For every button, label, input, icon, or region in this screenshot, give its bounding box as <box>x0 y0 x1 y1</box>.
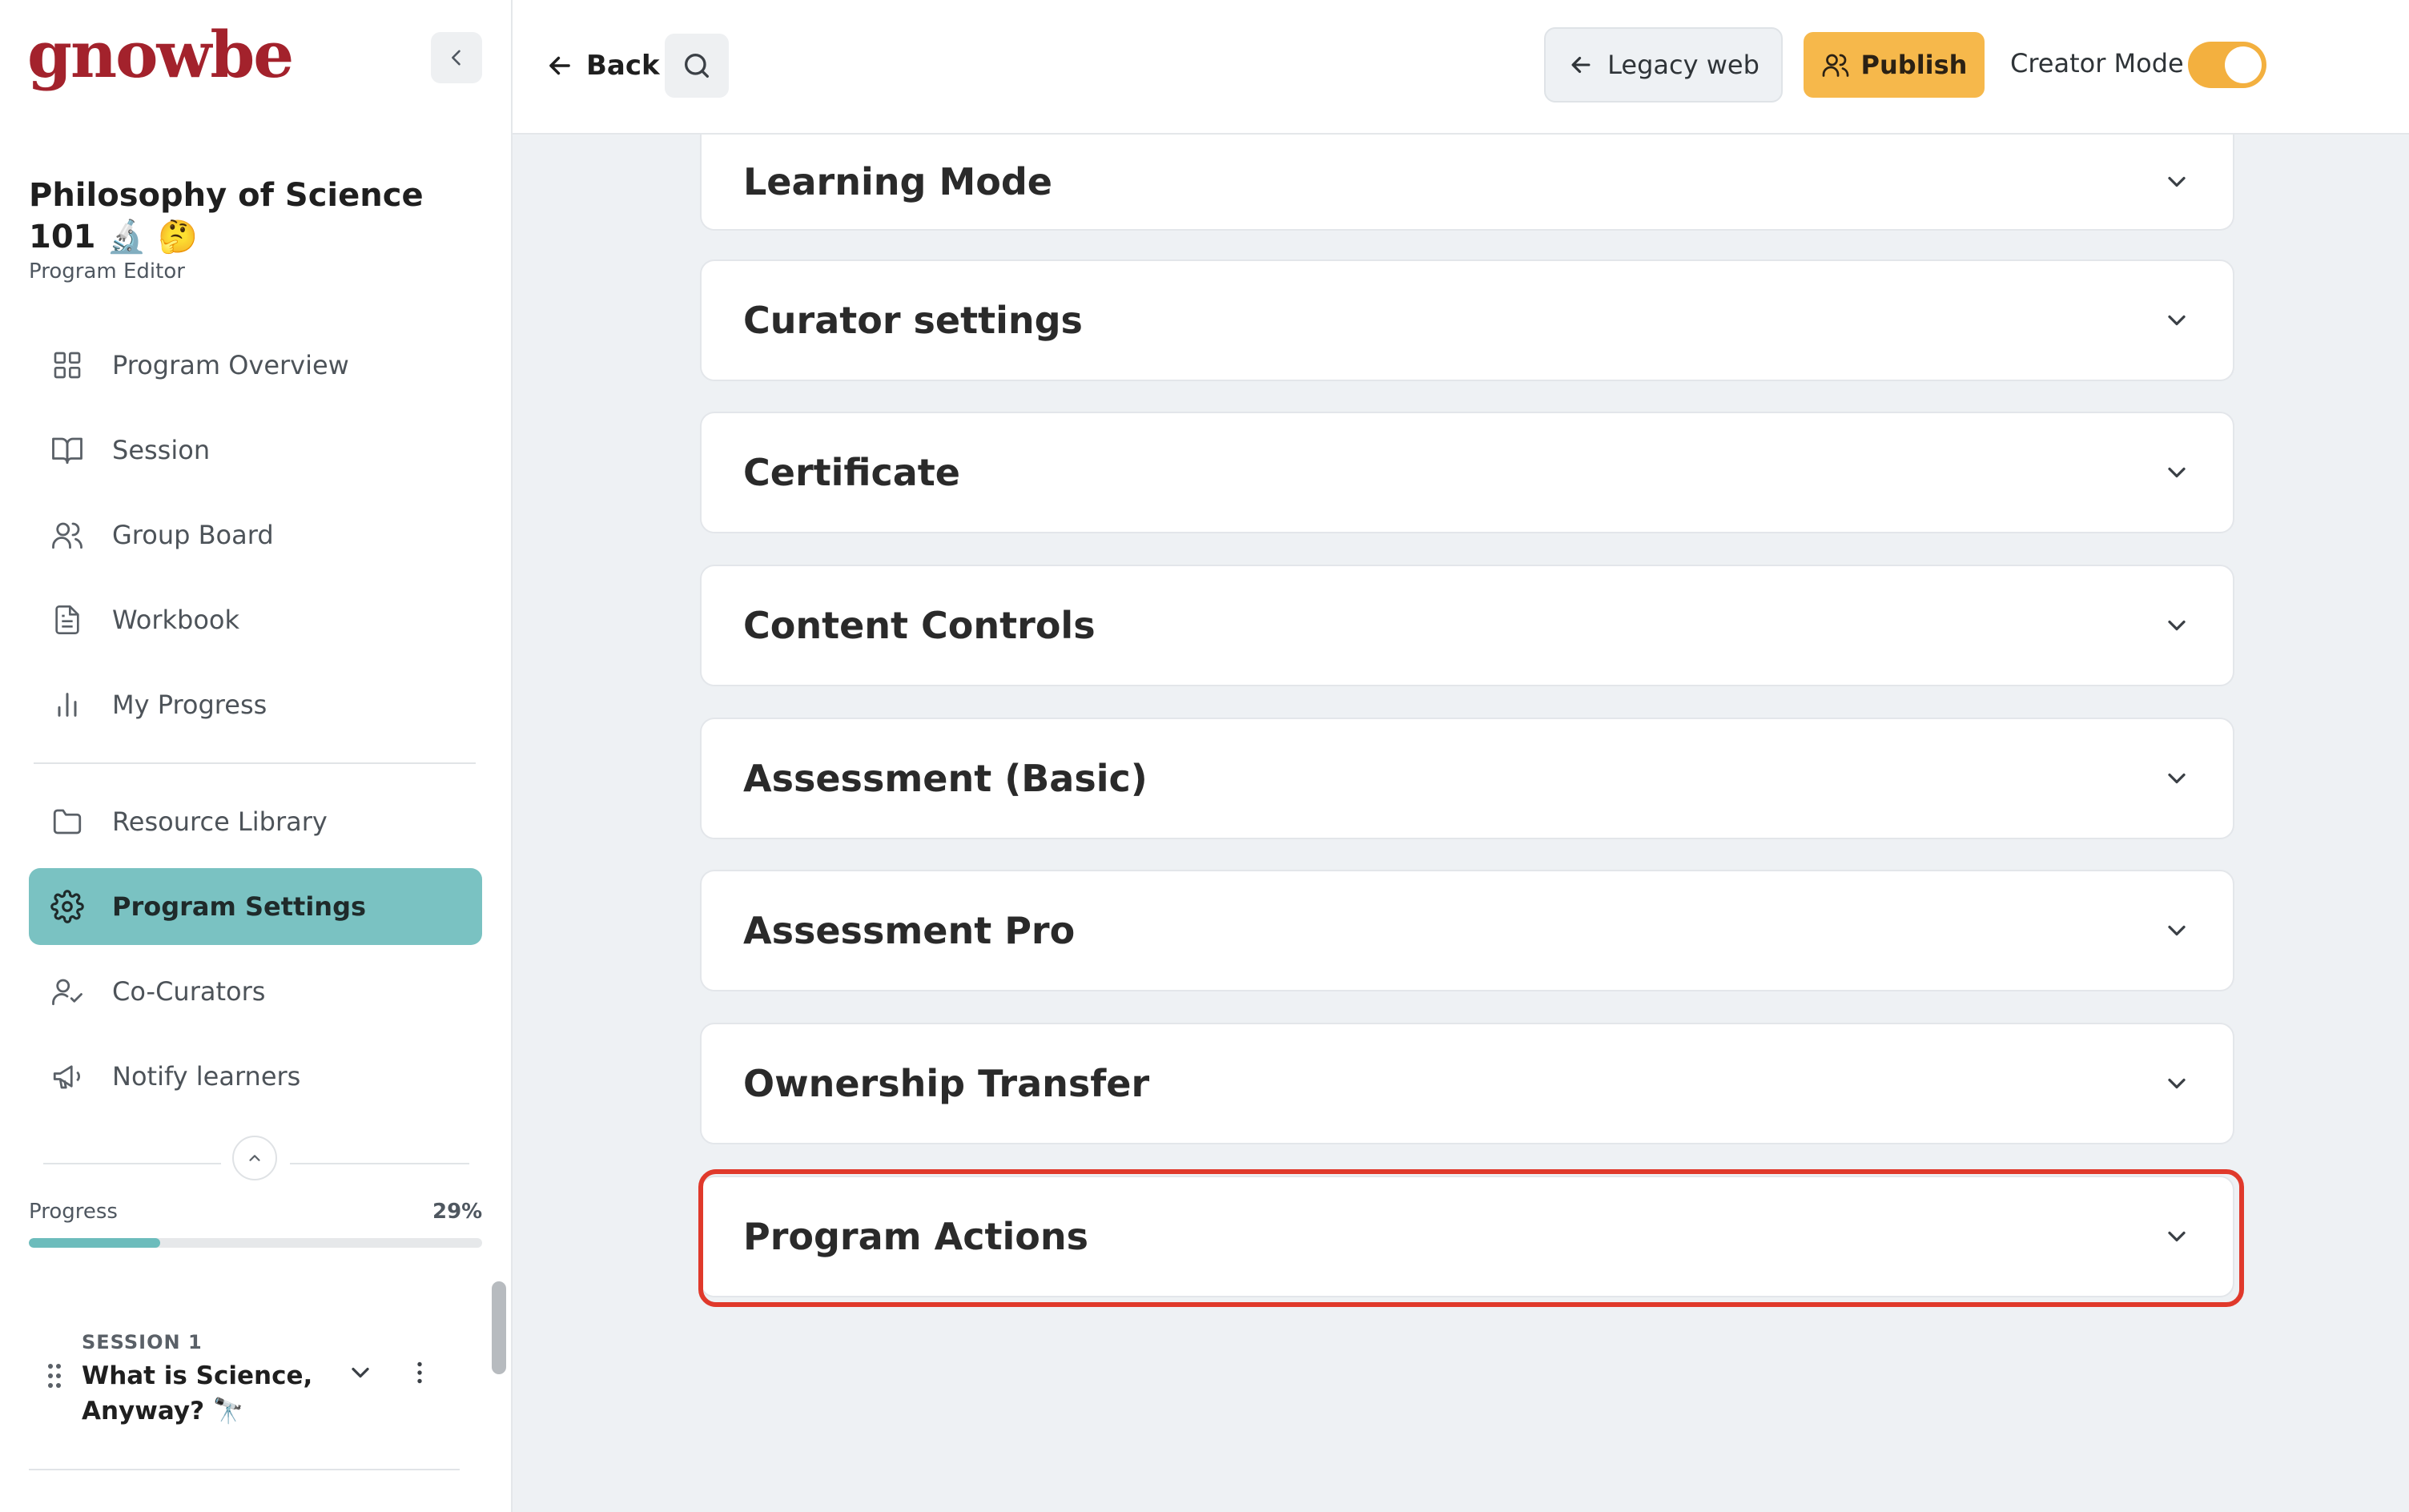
legacy-web-button[interactable]: Legacy web <box>1544 27 1783 103</box>
publish-button[interactable]: Publish <box>1804 32 1985 98</box>
progress-label: Progress <box>29 1200 118 1224</box>
chevron-down-icon[interactable] <box>2162 611 2191 640</box>
nav-label: Session <box>112 435 211 465</box>
nav-item-notify-learners[interactable]: Notify learners <box>29 1038 482 1115</box>
section-title: Certificate <box>743 451 960 494</box>
creator-mode-label: Creator Mode <box>2010 48 2184 78</box>
nav-item-program-settings[interactable]: Program Settings <box>29 868 482 945</box>
collapse-nav-button[interactable] <box>232 1136 277 1180</box>
nav-label: Notify learners <box>112 1061 301 1092</box>
session-title: What is Science, Anyway? 🔭 <box>82 1361 313 1426</box>
nav-item-session[interactable]: Session <box>29 412 482 489</box>
chevron-down-icon[interactable] <box>2162 458 2191 487</box>
nav-item-program-overview[interactable]: Program Overview <box>29 327 482 404</box>
section-title: Assessment (Basic) <box>743 757 1148 800</box>
nav-item-co-curators[interactable]: Co-Curators <box>29 953 482 1030</box>
section-title: Curator settings <box>743 299 1083 342</box>
arrow-left-icon <box>549 56 570 75</box>
bar-chart-icon <box>29 666 106 743</box>
more-vertical-icon[interactable] <box>405 1358 434 1390</box>
collapse-sidebar-button[interactable] <box>431 32 482 83</box>
progress-bar <box>29 1238 482 1248</box>
nav-label: Group Board <box>112 520 274 550</box>
grid-icon <box>29 327 106 404</box>
chevron-left-icon <box>452 50 460 66</box>
section-ownership-transfer[interactable]: Ownership Transfer <box>700 1023 2234 1144</box>
sidebar: gnowbe Philosophy of Science 101 🔬 🤔 Pro… <box>0 0 513 1512</box>
nav-item-my-progress[interactable]: My Progress <box>29 666 482 743</box>
session-item[interactable]: SESSION 1 What is Science, Anyway? 🔭 <box>29 1313 461 1474</box>
legacy-web-label: Legacy web <box>1607 50 1759 80</box>
toggle-knob <box>2225 46 2262 83</box>
back-button[interactable]: Back <box>545 40 660 91</box>
chevron-down-icon[interactable] <box>2162 167 2191 196</box>
nav-item-resource-library[interactable]: Resource Library <box>29 783 482 860</box>
chevron-up-icon <box>249 1155 260 1161</box>
chevron-down-icon[interactable] <box>346 1358 375 1390</box>
top-bar: Back Legacy web Publish Creator Mode <box>513 0 2409 135</box>
program-title: Philosophy of Science 101 🔬 🤔 <box>29 177 424 255</box>
section-learning-mode[interactable]: Learning Mode <box>700 135 2234 231</box>
creator-mode-toggle[interactable] <box>2188 42 2266 88</box>
collapse-divider-left <box>43 1163 221 1164</box>
publish-label: Publish <box>1860 50 1968 80</box>
arrow-left-icon <box>1571 56 1591 74</box>
section-title: Content Controls <box>743 604 1096 647</box>
sidebar-scrollbar[interactable] <box>492 1281 506 1374</box>
book-icon <box>29 412 106 489</box>
megaphone-icon <box>29 1038 106 1115</box>
section-content-controls[interactable]: Content Controls <box>700 565 2234 686</box>
search-button[interactable] <box>665 34 729 98</box>
section-title: Assessment Pro <box>743 909 1076 952</box>
highlight-outline <box>698 1169 2244 1307</box>
nav-item-group-board[interactable]: Group Board <box>29 497 482 573</box>
program-subtitle: Program Editor <box>29 259 185 284</box>
back-label: Back <box>586 50 660 82</box>
nav-item-workbook[interactable]: Workbook <box>29 581 482 658</box>
nav-label: Program Overview <box>112 350 349 380</box>
chevron-down-icon[interactable] <box>2162 916 2191 945</box>
section-assessment-basic[interactable]: Assessment (Basic) <box>700 718 2234 839</box>
nav-label: Co-Curators <box>112 976 266 1007</box>
chevron-down-icon[interactable] <box>2162 1069 2191 1098</box>
users-icon <box>29 497 106 573</box>
section-curator-settings[interactable]: Curator settings <box>700 259 2234 381</box>
drag-handle-icon[interactable] <box>46 1363 62 1392</box>
session-divider <box>29 1469 460 1470</box>
nav-label: Program Settings <box>112 891 367 922</box>
user-check-icon <box>29 953 106 1030</box>
section-assessment-pro[interactable]: Assessment Pro <box>700 870 2234 991</box>
collapse-divider-right <box>290 1163 469 1164</box>
nav-label: Workbook <box>112 605 240 635</box>
gear-icon <box>29 868 106 945</box>
nav-label: Resource Library <box>112 806 328 837</box>
nav-divider <box>34 762 476 764</box>
progress-bar-fill <box>29 1238 161 1248</box>
users-icon <box>1822 54 1848 77</box>
folder-icon <box>29 783 106 860</box>
search-icon <box>685 54 709 78</box>
chevron-down-icon[interactable] <box>2162 764 2191 793</box>
nav-label: My Progress <box>112 690 267 720</box>
section-certificate[interactable]: Certificate <box>700 412 2234 533</box>
document-icon <box>29 581 106 658</box>
chevron-down-icon[interactable] <box>2162 306 2191 335</box>
section-title: Ownership Transfer <box>743 1062 1150 1105</box>
section-title: Learning Mode <box>743 160 1052 203</box>
session-kicker: SESSION 1 <box>82 1331 203 1353</box>
progress-percent: 29% <box>432 1200 483 1224</box>
gnowbe-logo[interactable]: gnowbe <box>27 16 294 93</box>
